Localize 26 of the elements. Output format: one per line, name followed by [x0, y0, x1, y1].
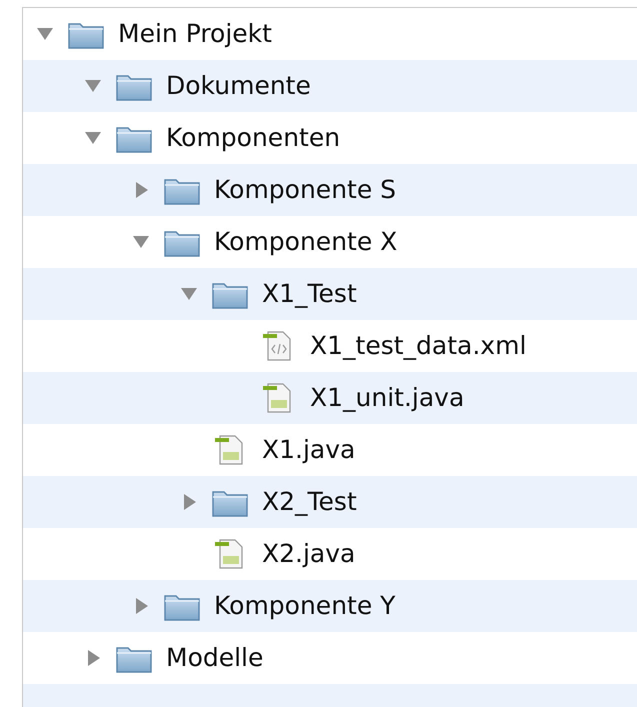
- tree-row[interactable]: Komponente X: [23, 216, 637, 268]
- item-label: X1_unit.java: [310, 382, 464, 414]
- item-label: Komponenten: [166, 122, 340, 154]
- item-label: Komponente X: [214, 226, 398, 258]
- item-label: Komponente Y: [214, 590, 396, 622]
- item-label: X1.java: [262, 434, 356, 466]
- item-label: X1_test_data.xml: [310, 330, 526, 362]
- tree-row[interactable]: Komponente Y: [23, 580, 637, 632]
- item-label: X2.java: [262, 538, 356, 570]
- item-label: Modelle: [166, 642, 264, 674]
- tree-row[interactable]: Komponenten: [23, 112, 637, 164]
- tree-row[interactable]: X1_test_data.xml: [23, 320, 637, 372]
- item-label: Dokumente: [166, 70, 311, 102]
- tree-row[interactable]: X1.java: [23, 424, 637, 476]
- tree-row[interactable]: Modelle: [23, 632, 637, 684]
- tree-row[interactable]: X1_Test: [23, 268, 637, 320]
- tree-row[interactable]: X2_Test: [23, 476, 637, 528]
- item-label: X1_Test: [262, 278, 357, 310]
- tree-row[interactable]: X2.java: [23, 528, 637, 580]
- tree-row[interactable]: Mein Projekt: [23, 8, 637, 60]
- tree-row[interactable]: Komponente S: [23, 164, 637, 216]
- tree-row[interactable]: Dokumente: [23, 60, 637, 112]
- tree-row[interactable]: X1_unit.java: [23, 372, 637, 424]
- item-label: Mein Projekt: [118, 18, 272, 50]
- item-label: Komponente S: [214, 174, 396, 206]
- item-label: X2_Test: [262, 486, 357, 518]
